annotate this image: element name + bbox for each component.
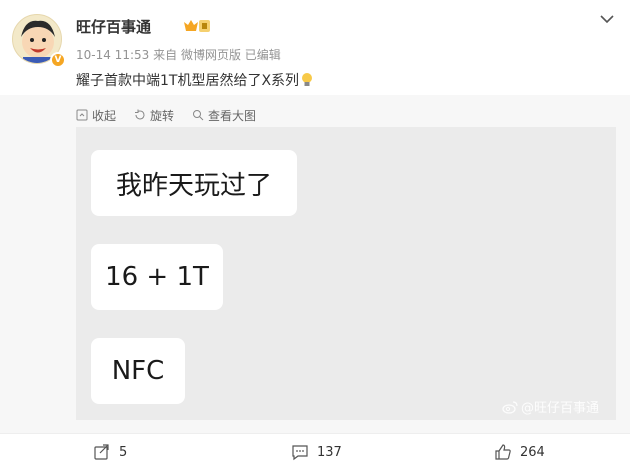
chat-bubble: NFC — [91, 338, 185, 404]
post-header: V 旺仔百事通 10-14 11:53 来自 微博网页版 已编辑 耀子首款中端1… — [0, 0, 630, 100]
post-timestamp[interactable]: 10-14 11:53 — [76, 48, 149, 62]
post-image[interactable]: 我昨天玩过了 16 + 1T NFC @旺仔百事通 — [76, 127, 616, 420]
lightbulb-icon — [302, 73, 313, 86]
source-prefix: 来自 — [153, 48, 178, 62]
edited-label[interactable]: 已编辑 — [245, 48, 281, 62]
weibo-logo-icon — [502, 400, 518, 414]
post-content: 耀子首款中端1T机型居然给了X系列 — [76, 70, 314, 90]
view-large-button[interactable]: 查看大图 — [192, 107, 256, 124]
author-name[interactable]: 旺仔百事通 — [76, 16, 151, 37]
comment-button[interactable]: 137 — [291, 443, 342, 461]
rotate-icon — [135, 109, 145, 120]
image-toolbar: 收起 旋转 查看大图 — [76, 106, 274, 124]
collapse-button[interactable]: 收起 — [76, 107, 116, 124]
zoom-icon — [193, 110, 204, 121]
action-bar: 5 137 264 — [0, 433, 630, 473]
chevron-down-icon[interactable] — [598, 10, 616, 28]
rotate-label: 旋转 — [150, 108, 175, 123]
vip-badge-icon[interactable] — [183, 18, 211, 34]
share-count: 5 — [119, 444, 128, 460]
like-icon — [495, 444, 511, 460]
rotate-button[interactable]: 旋转 — [134, 107, 174, 124]
chat-bubble: 16 + 1T — [91, 244, 223, 310]
like-button[interactable]: 264 — [494, 443, 545, 461]
watermark: @旺仔百事通 — [502, 397, 599, 416]
comment-count: 137 — [317, 444, 342, 460]
post-source: 微博网页版 — [180, 48, 241, 62]
share-icon — [94, 444, 109, 460]
comment-icon — [292, 445, 308, 461]
post-text: 耀子首款中端1T机型居然给了X系列 — [76, 73, 300, 89]
watermark-text: @旺仔百事通 — [521, 401, 600, 416]
collapse-icon — [76, 109, 88, 121]
verified-icon: V — [50, 52, 66, 68]
like-count: 264 — [520, 444, 545, 460]
post-meta: 10-14 11:53 来自 微博网页版 已编辑 — [76, 46, 281, 63]
share-button[interactable]: 5 — [93, 443, 127, 461]
view-large-label: 查看大图 — [208, 108, 257, 123]
chat-bubble: 我昨天玩过了 — [91, 150, 297, 216]
collapse-label: 收起 — [92, 108, 117, 123]
